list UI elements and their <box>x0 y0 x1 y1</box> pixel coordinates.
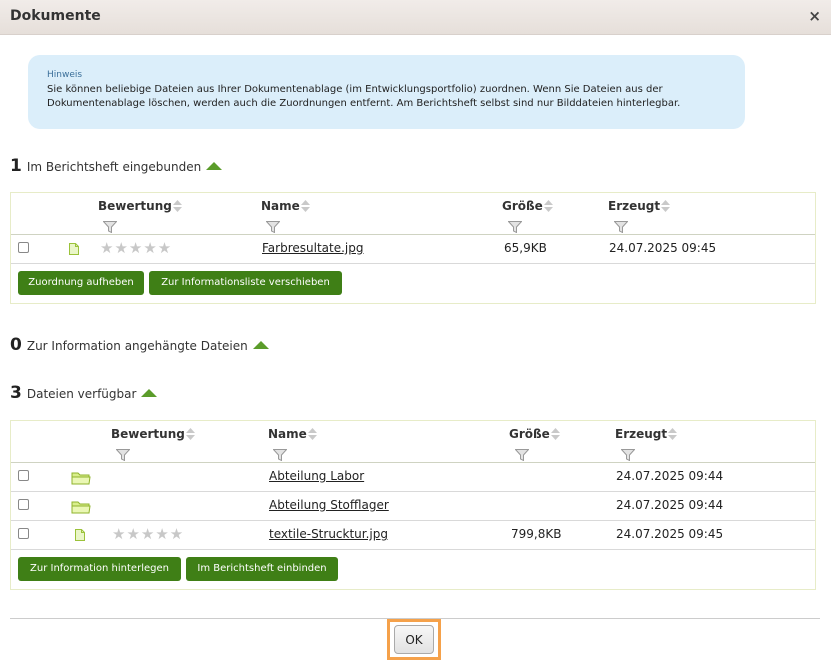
section-count: 0 <box>10 335 22 355</box>
section-label: Dateien verfügbar <box>26 387 137 401</box>
table-row[interactable]: Abteilung Stofflager 24.07.2025 09:44 <box>11 491 815 521</box>
filter-icon[interactable] <box>273 449 287 461</box>
sort-icon[interactable] <box>668 428 677 440</box>
file-icon <box>75 529 85 541</box>
file-size: 799,8KB <box>511 527 562 541</box>
ok-button[interactable]: OK <box>394 625 434 654</box>
section-attached-heading: 0 Zur Information angehängte Dateien <box>10 335 269 355</box>
row-checkbox[interactable] <box>18 242 29 253</box>
column-size[interactable]: Größe <box>509 427 560 441</box>
folder-name-link[interactable]: Abteilung Stofflager <box>269 498 389 512</box>
filter-icon[interactable] <box>621 449 635 461</box>
column-size-label: Größe <box>509 427 550 441</box>
folder-icon <box>71 500 91 514</box>
section-available-heading: 3 Dateien verfügbar <box>10 383 158 403</box>
column-created-label: Erzeugt <box>615 427 668 441</box>
table-row[interactable]: Abteilung Labor 24.07.2025 09:44 <box>11 462 815 492</box>
column-rating[interactable]: Bewertung <box>111 427 195 441</box>
close-icon[interactable]: × <box>808 7 821 25</box>
collapse-arrow-icon[interactable] <box>206 162 223 170</box>
sort-icon[interactable] <box>186 428 195 440</box>
sort-icon[interactable] <box>301 200 310 212</box>
row-checkbox[interactable] <box>18 499 29 510</box>
filter-icon[interactable] <box>508 221 522 233</box>
embedded-files-table: Bewertung Name Größe Erzeugt ★★★★★ Farbr… <box>10 192 816 304</box>
table-row[interactable]: ★★★★★ textile-Strucktur.jpg 799,8KB 24.0… <box>11 520 815 550</box>
table-row[interactable]: ★★★★★ Farbresultate.jpg 65,9KB 24.07.202… <box>11 234 815 264</box>
filter-icon[interactable] <box>614 221 628 233</box>
file-icon <box>69 243 79 255</box>
column-name[interactable]: Name <box>268 427 317 441</box>
dialog-title: Dokumente <box>10 8 101 24</box>
sort-icon[interactable] <box>544 200 553 212</box>
column-name-label: Name <box>261 199 300 213</box>
section-count: 3 <box>10 383 22 403</box>
row-checkbox[interactable] <box>18 470 29 481</box>
hint-box: Hinweis Sie können beliebige Dateien aus… <box>28 55 745 129</box>
column-size[interactable]: Größe <box>502 199 553 213</box>
filter-icon[interactable] <box>116 449 130 461</box>
file-created: 24.07.2025 09:45 <box>616 527 724 541</box>
file-name-link[interactable]: Farbresultate.jpg <box>262 241 363 255</box>
column-created[interactable]: Erzeugt <box>615 427 677 441</box>
column-rating-label: Bewertung <box>98 199 172 213</box>
file-name-link[interactable]: textile-Strucktur.jpg <box>269 527 388 541</box>
column-rating-label: Bewertung <box>111 427 185 441</box>
embed-in-report-button[interactable]: Im Berichtsheft einbinden <box>186 557 338 581</box>
file-size: 65,9KB <box>504 241 547 255</box>
hint-text: Sie können beliebige Dateien aus Ihrer D… <box>47 84 681 109</box>
rating-stars[interactable]: ★★★★★ <box>100 239 172 257</box>
unassign-button[interactable]: Zuordnung aufheben <box>18 271 144 295</box>
section-count: 1 <box>10 156 22 176</box>
file-created: 24.07.2025 09:44 <box>616 498 724 512</box>
column-rating[interactable]: Bewertung <box>98 199 182 213</box>
rating-stars[interactable]: ★★★★★ <box>112 525 184 543</box>
move-to-info-button[interactable]: Zur Informationsliste verschieben <box>149 271 342 295</box>
sort-icon[interactable] <box>173 200 182 212</box>
dialog-titlebar: Dokumente × <box>0 0 831 35</box>
collapse-arrow-icon[interactable] <box>252 341 269 349</box>
collapse-arrow-icon[interactable] <box>141 389 158 397</box>
filter-icon[interactable] <box>266 221 280 233</box>
section-label: Zur Information angehängte Dateien <box>26 339 248 353</box>
column-created[interactable]: Erzeugt <box>608 199 670 213</box>
file-created: 24.07.2025 09:45 <box>609 241 717 255</box>
sort-icon[interactable] <box>551 428 560 440</box>
sort-icon[interactable] <box>661 200 670 212</box>
table-header: Bewertung Name Größe Erzeugt <box>11 421 815 463</box>
file-created: 24.07.2025 09:44 <box>616 469 724 483</box>
folder-icon <box>71 471 91 485</box>
folder-name-link[interactable]: Abteilung Labor <box>269 469 364 483</box>
filter-icon[interactable] <box>103 221 117 233</box>
section-label: Im Berichtsheft eingebunden <box>26 160 202 174</box>
attach-to-info-button[interactable]: Zur Information hinterlegen <box>18 557 181 581</box>
section-embedded-heading: 1 Im Berichtsheft eingebunden <box>10 156 223 176</box>
row-checkbox[interactable] <box>18 528 29 539</box>
hint-title: Hinweis <box>47 70 83 80</box>
column-size-label: Größe <box>502 199 543 213</box>
column-name[interactable]: Name <box>261 199 310 213</box>
sort-icon[interactable] <box>308 428 317 440</box>
table-header: Bewertung Name Größe Erzeugt <box>11 193 815 235</box>
column-name-label: Name <box>268 427 307 441</box>
column-created-label: Erzeugt <box>608 199 661 213</box>
filter-icon[interactable] <box>515 449 529 461</box>
available-files-table: Bewertung Name Größe Erzeugt Abteilung L… <box>10 420 816 590</box>
